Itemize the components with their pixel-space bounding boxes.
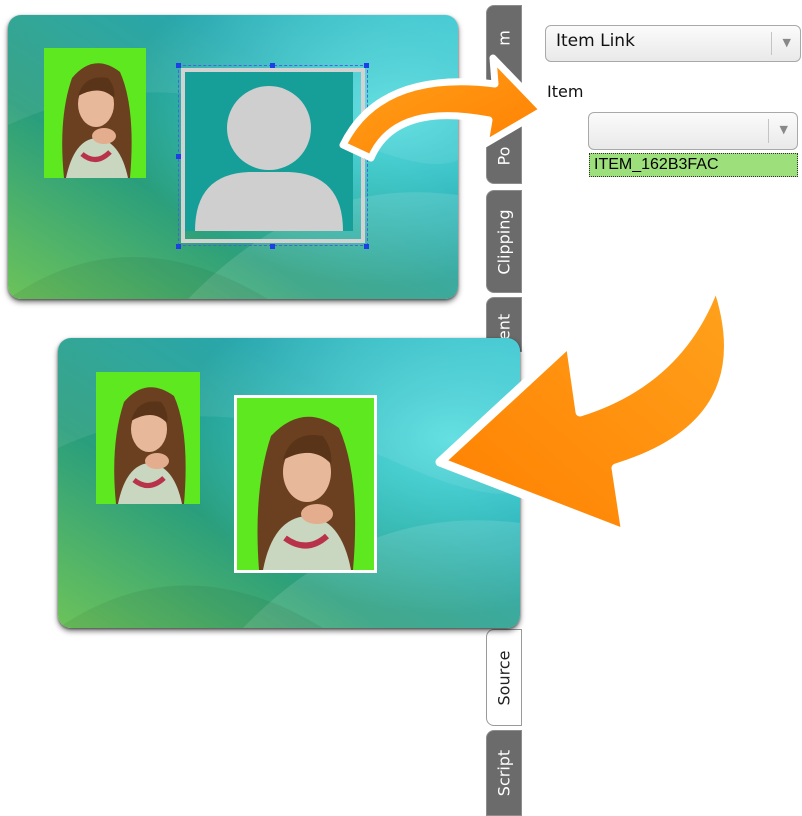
resize-handle-top-left[interactable] [176,63,181,68]
chevron-down-icon: ▼ [782,36,791,49]
curved-arrow-icon [339,54,547,162]
resize-handle-bottom-left[interactable] [176,244,181,249]
tab-source[interactable]: Source [486,629,522,726]
item-dropdown[interactable]: ▼ [588,112,798,150]
chevron-down-icon: ▼ [779,123,788,136]
resize-handle-top[interactable] [270,63,275,68]
photo-frame[interactable] [234,395,377,573]
resize-handle-bottom-right[interactable] [364,244,369,249]
person-photo-icon [237,398,374,570]
person-photo-icon [96,372,200,504]
resize-handle-bottom[interactable] [270,244,275,249]
curved-arrow-icon [435,277,733,539]
small-photo[interactable] [44,48,146,178]
person-photo-icon [44,48,146,178]
resize-handle-left[interactable] [176,154,181,159]
item-dropdown-option[interactable]: ITEM_162B3FAC [589,153,798,177]
tab-script[interactable]: Script [486,730,522,816]
link-type-dropdown[interactable]: Item Link ▼ [545,25,801,62]
small-photo[interactable] [96,372,200,504]
